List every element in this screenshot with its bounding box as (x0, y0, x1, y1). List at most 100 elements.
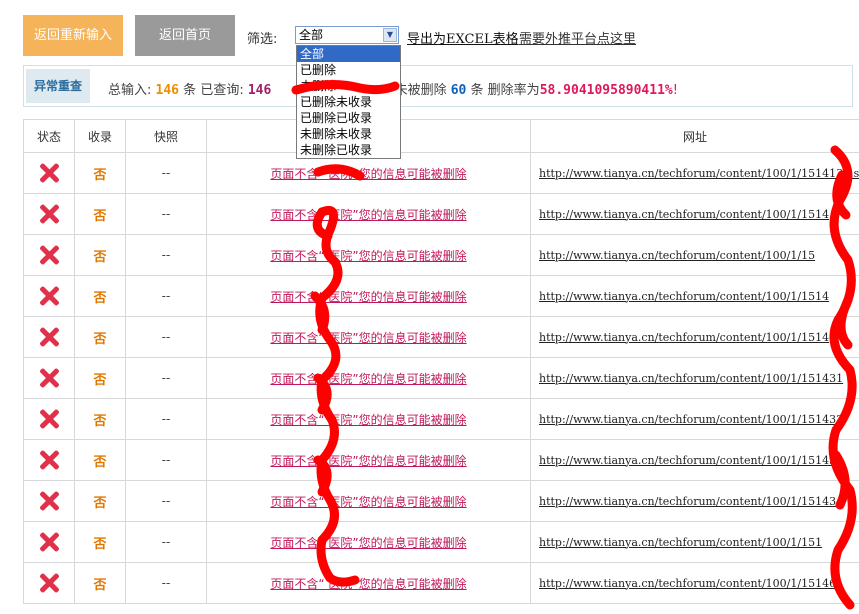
indexed-cell: 否 (74, 562, 126, 604)
title-link[interactable]: 页面不含“ 医院”您的信息可能被删除 (270, 208, 466, 222)
table-row: 否 -- 页面不含“ 医院”您的信息可能被删除 http://www.tianya.c… (23, 562, 859, 604)
url-link[interactable]: http://www.tianya.cn/techforum/content/1… (539, 208, 829, 221)
filter-option[interactable]: 已删除已收录 (297, 110, 400, 126)
x-icon (38, 408, 60, 430)
title-link[interactable]: 页面不含“ 医院”您的信息可能被删除 (270, 577, 466, 591)
table-row: 否 -- 页面不含“ 医院”您的信息可能被删除 http://www.tianya.c… (23, 152, 859, 194)
title-link[interactable]: 页面不含“ 医院”您的信息可能被删除 (270, 249, 466, 263)
title-cell: 页面不含“ 医院”您的信息可能被删除 (206, 521, 531, 563)
queried-prefix: 已查询: (200, 83, 244, 98)
x-icon (38, 572, 60, 594)
filter-option[interactable]: 已删除未收录 (297, 94, 400, 110)
url-link[interactable]: http://www.tianya.cn/techforum/content/1… (539, 577, 843, 590)
table-row: 否 -- 页面不含“ 医院”您的信息可能被删除 http://www.tianya.c… (23, 398, 859, 440)
url-cell: http://www.tianya.cn/techforum/content/1… (530, 439, 859, 481)
total-count: 146 (155, 83, 180, 98)
table-row: 否 -- 页面不含“ 医院”您的信息可能被删除 http://www.tianya.c… (23, 316, 859, 358)
url-link[interactable]: http://www.tianya.cn/techforum/content/1… (539, 454, 836, 467)
x-icon (38, 244, 60, 266)
title-link[interactable]: 页面不含“ 医院”您的信息可能被删除 (270, 454, 466, 468)
back-home-button[interactable]: 返回首页 (135, 15, 235, 56)
indexed-cell: 否 (74, 193, 126, 235)
title-link[interactable]: 页面不含“ 医院”您的信息可能被删除 (270, 167, 466, 181)
url-cell: http://www.tianya.cn/techforum/content/1… (530, 234, 859, 276)
title-link[interactable]: 页面不含“ 医院”您的信息可能被删除 (270, 290, 466, 304)
snapshot-cell: -- (125, 480, 207, 522)
url-cell: http://www.tianya.cn/techforum/content/1… (530, 316, 859, 358)
title-link[interactable]: 页面不含“ 医院”您的信息可能被删除 (270, 413, 466, 427)
total-prefix: 总输入: (108, 83, 152, 98)
filter-label: 筛选: (247, 32, 278, 47)
indexed-cell: 否 (74, 357, 126, 399)
status-cell (23, 234, 75, 276)
filter-select[interactable]: 全部 ▼ (295, 26, 399, 44)
rate-suffix: ! (672, 83, 678, 98)
title-link[interactable]: 页面不含“ 医院”您的信息可能被删除 (270, 495, 466, 509)
not-deleted-count: 60 (450, 83, 467, 98)
queried-count: 146 (247, 83, 272, 98)
status-cell (23, 152, 75, 194)
url-cell: http://www.tianya.cn/techforum/content/1… (530, 398, 859, 440)
url-link[interactable]: http://www.tianya.cn/techforum/content/1… (539, 372, 843, 385)
back-reinput-button[interactable]: 返回重新输入 (23, 15, 123, 56)
title-cell: 页面不含“ 医院”您的信息可能被删除 (206, 480, 531, 522)
table-row: 否 -- 页面不含“ 医院”您的信息可能被删除 http://www.tianya.c… (23, 193, 859, 235)
title-link[interactable]: 页面不含“ 医院”您的信息可能被删除 (270, 331, 466, 345)
indexed-cell: 否 (74, 439, 126, 481)
url-link[interactable]: http://www.tianya.cn/techforum/content/1… (539, 413, 843, 426)
header-status: 状态 (23, 119, 75, 153)
snapshot-cell: -- (125, 521, 207, 563)
url-link[interactable]: http://www.tianya.cn/techforum/content/1… (539, 536, 822, 549)
indexed-cell: 否 (74, 316, 126, 358)
not-deleted-prefix: 未被删除 (394, 83, 447, 98)
url-link[interactable]: http://www.tianya.cn/techforum/content/1… (539, 495, 836, 508)
snapshot-cell: -- (125, 234, 207, 276)
title-cell: 页面不含“ 医院”您的信息可能被删除 (206, 357, 531, 399)
abnormal-recheck-label[interactable]: 异常重查 (26, 69, 90, 103)
snapshot-cell: -- (125, 398, 207, 440)
filter-option[interactable]: 未删除未收录 (297, 126, 400, 142)
stats-bar: 异常重查 总输入: 146 条 已查询: 146 86 条 未被删除 60 条 … (23, 65, 853, 107)
external-platform-link[interactable]: 需要外推平台点这里 (519, 28, 636, 47)
delete-rate: 58.9041095890411% (539, 83, 673, 98)
status-cell (23, 275, 75, 317)
status-cell (23, 480, 75, 522)
indexed-cell: 否 (74, 152, 126, 194)
url-cell: http://www.tianya.cn/techforum/content/1… (530, 152, 859, 194)
table-row: 否 -- 页面不含“ 医院”您的信息可能被删除 http://www.tianya.c… (23, 357, 859, 399)
header-url: 网址 (530, 119, 859, 153)
url-link[interactable]: http://www.tianya.cn/techforum/content/1… (539, 331, 829, 344)
indexed-cell: 否 (74, 521, 126, 563)
status-cell (23, 398, 75, 440)
snapshot-cell: -- (125, 562, 207, 604)
header-indexed: 收录 (74, 119, 126, 153)
title-link[interactable]: 页面不含“ 医院”您的信息可能被删除 (270, 372, 466, 386)
x-icon (38, 490, 60, 512)
toolbar: 返回重新输入 返回首页 筛选: 全部 ▼ 全部 已删除 未删除 已删除未收录 已删除已收… (0, 0, 859, 159)
title-cell: 页面不含“ 医院”您的信息可能被删除 (206, 275, 531, 317)
title-cell: 页面不含“ 医院”您的信息可能被删除 (206, 398, 531, 440)
export-excel-link[interactable]: 导出为EXCEL表格 (407, 28, 519, 47)
url-link[interactable]: http://www.tianya.cn/techforum/content/1… (539, 290, 829, 303)
title-cell: 页面不含“ 医院”您的信息可能被删除 (206, 439, 531, 481)
results-table: 状态 收录 快照 网址 否 -- 页面不含“ 医院”您的信息可能被删除 http://… (23, 119, 859, 604)
unit-3: 条 (470, 83, 484, 98)
url-cell: http://www.tianya.cn/techforum/content/1… (530, 275, 859, 317)
url-cell: http://www.tianya.cn/techforum/content/1… (530, 480, 859, 522)
filter-option[interactable]: 未删除已收录 (297, 142, 400, 158)
url-link[interactable]: http://www.tianya.cn/techforum/content/1… (539, 167, 859, 180)
url-link[interactable]: http://www.tianya.cn/techforum/content/1… (539, 249, 815, 262)
filter-option[interactable]: 未删除 (297, 78, 400, 94)
title-link[interactable]: 页面不含“ 医院”您的信息可能被删除 (270, 536, 466, 550)
filter-option[interactable]: 已删除 (297, 62, 400, 78)
title-cell: 页面不含“ 医院”您的信息可能被删除 (206, 234, 531, 276)
filter-option[interactable]: 全部 (297, 46, 400, 62)
table-header-row: 状态 收录 快照 网址 (23, 119, 859, 153)
x-icon (38, 162, 60, 184)
status-cell (23, 193, 75, 235)
table-row: 否 -- 页面不含“ 医院”您的信息可能被删除 http://www.tianya.c… (23, 234, 859, 276)
status-cell (23, 439, 75, 481)
chevron-down-icon[interactable]: ▼ (383, 28, 397, 42)
url-cell: http://www.tianya.cn/techforum/content/1… (530, 562, 859, 604)
snapshot-cell: -- (125, 193, 207, 235)
